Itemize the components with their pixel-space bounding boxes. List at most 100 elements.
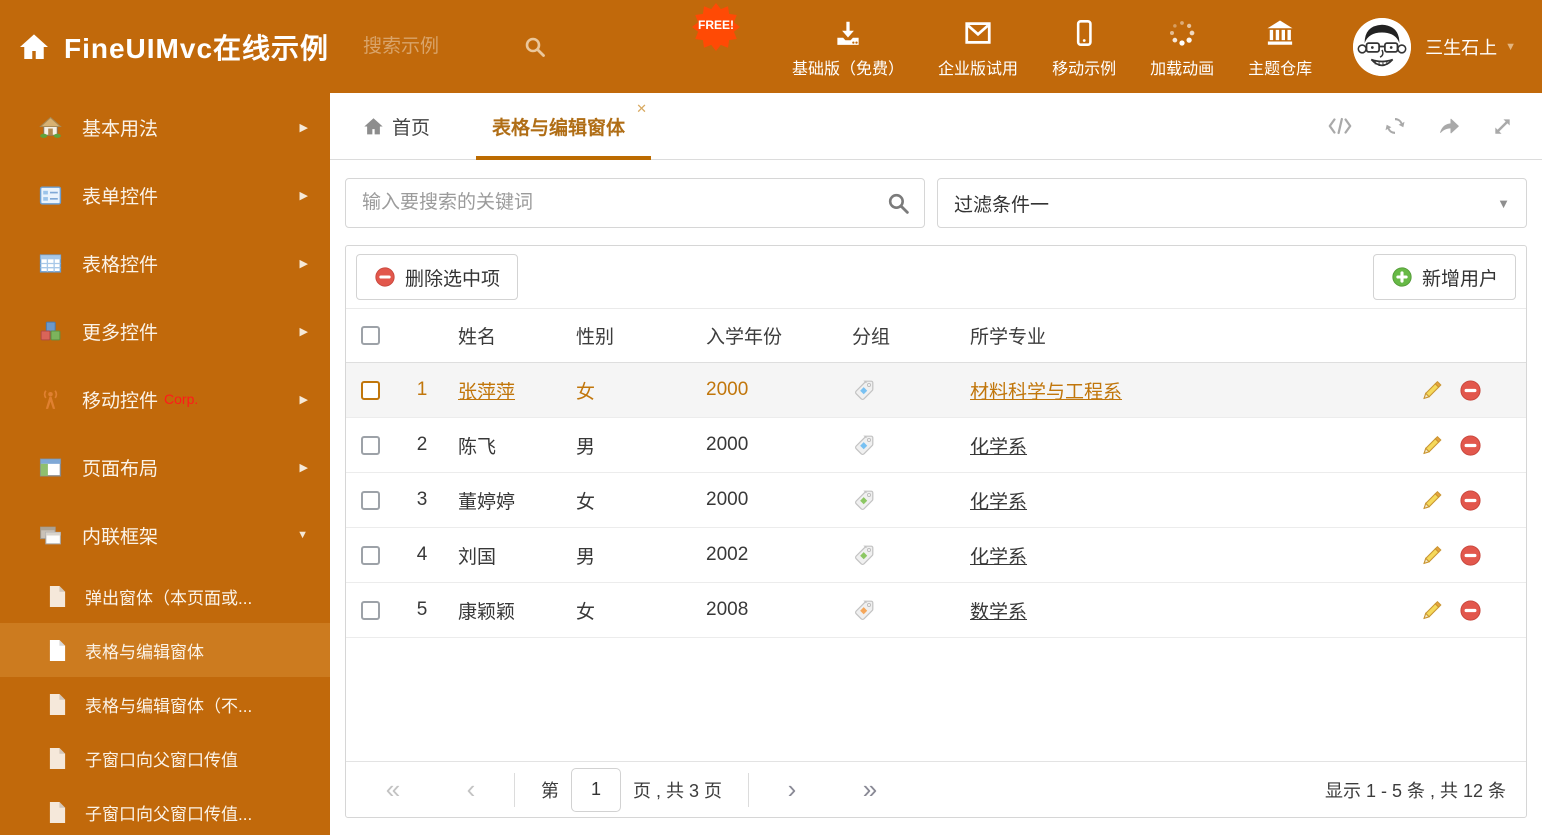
home-icon [38, 115, 64, 140]
home-icon[interactable] [18, 31, 50, 63]
page-number-input[interactable] [571, 767, 621, 812]
row-checkbox[interactable] [360, 490, 380, 510]
row-checkbox[interactable] [360, 600, 380, 620]
major-link[interactable]: 化学系 [970, 547, 1027, 568]
sidebar-subitem-label: 子窗口向父窗口传值... [85, 804, 253, 824]
table-icon [38, 251, 64, 276]
edit-icon[interactable] [1420, 599, 1443, 622]
row-checkbox[interactable] [360, 545, 380, 565]
menu-item-loading-animation[interactable]: 加载动画 [1133, 15, 1231, 79]
table-row[interactable]: 4 刘国 男 2002 化学系 [346, 528, 1526, 583]
cell-gender: 女 [576, 601, 596, 623]
corp-badge: Corp. [164, 391, 199, 407]
header-search [363, 35, 547, 59]
column-header-major: 所学专业 [970, 327, 1047, 348]
sidebar-item-more-controls[interactable]: 更多控件 ▶ [0, 297, 330, 365]
first-page-button[interactable]: « [376, 774, 410, 805]
edit-icon[interactable] [1420, 379, 1443, 402]
app-header: FineUIMvc在线示例 FREE! 基础版（免费） 企业版试用 移动示 [0, 0, 1542, 93]
sidebar-subitem-popup-window[interactable]: 弹出窗体（本页面或... [0, 569, 330, 623]
sidebar-subitem-child-to-parent-alt[interactable]: 子窗口向父窗口传值... [0, 785, 330, 835]
row-checkbox[interactable] [360, 435, 380, 455]
tag-icon [852, 433, 876, 457]
major-link[interactable]: 化学系 [970, 492, 1027, 513]
major-link[interactable]: 材料科学与工程系 [970, 382, 1122, 403]
table-row[interactable]: 3 董婷婷 女 2000 化学系 [346, 473, 1526, 528]
source-code-icon[interactable] [1327, 115, 1353, 137]
tag-icon [852, 378, 876, 402]
sidebar-item-label: 内联框架 [82, 526, 159, 548]
edit-icon[interactable] [1420, 489, 1443, 512]
sidebar-item-iframe[interactable]: 内联框架 ▼ [0, 501, 330, 569]
last-page-button[interactable]: » [853, 774, 887, 805]
sidebar-subitem-grid-edit-window[interactable]: 表格与编辑窗体 [0, 623, 330, 677]
delete-icon[interactable] [1459, 599, 1482, 622]
close-icon[interactable]: ✕ [636, 101, 647, 117]
sidebar-subitem-child-to-parent[interactable]: 子窗口向父窗口传值 [0, 731, 330, 785]
major-link[interactable]: 化学系 [970, 437, 1027, 458]
row-checkbox[interactable] [360, 380, 380, 400]
user-menu[interactable]: 三生石上 ▼ [1425, 34, 1516, 60]
delete-icon[interactable] [1459, 544, 1482, 567]
expand-icon[interactable] [1491, 115, 1514, 138]
share-icon[interactable] [1437, 114, 1461, 138]
edit-icon[interactable] [1420, 434, 1443, 457]
cell-year: 2000 [706, 379, 749, 400]
sidebar-item-page-layout[interactable]: 页面布局 ▶ [0, 433, 330, 501]
tag-icon [852, 598, 876, 622]
cell-gender: 女 [576, 381, 596, 403]
menu-item-label: 移动示例 [1052, 60, 1117, 78]
table-row[interactable]: 5 康颖颖 女 2008 数学系 [346, 583, 1526, 638]
keyword-search [345, 178, 925, 228]
cell-name: 董婷婷 [458, 491, 516, 513]
keyword-search-input[interactable] [345, 178, 925, 228]
header-search-input[interactable] [363, 35, 514, 58]
row-number: 3 [416, 489, 428, 510]
grid-header-row: 姓名 性别 入学年份 分组 所学专业 [346, 309, 1526, 363]
delete-selected-button[interactable]: 删除选中项 [356, 254, 519, 300]
major-link[interactable]: 数学系 [970, 602, 1027, 623]
filter-dropdown[interactable]: 过滤条件一 ▼ [937, 178, 1527, 228]
add-user-button[interactable]: 新增用户 [1372, 254, 1516, 300]
avatar[interactable] [1353, 17, 1412, 76]
menu-item-label: 主题仓库 [1248, 60, 1313, 78]
grid-toolbar: 删除选中项 新增用户 [346, 246, 1526, 309]
cell-year: 2002 [706, 544, 749, 565]
chevron-right-icon: ▶ [299, 189, 308, 202]
plus-circle-icon [1391, 266, 1413, 288]
delete-icon[interactable] [1459, 379, 1482, 402]
cubes-icon [38, 319, 64, 344]
menu-item-enterprise-trial[interactable]: 企业版试用 [921, 15, 1035, 79]
pagination-bar: « ‹ 第 页 , 共 3 页 › » 显示 1 - 5 条 , 共 12 条 [346, 761, 1526, 817]
delete-icon[interactable] [1459, 434, 1482, 457]
edit-icon[interactable] [1420, 544, 1443, 567]
table-row[interactable]: 2 陈飞 男 2000 化学系 [346, 418, 1526, 473]
sidebar-item-basic-usage[interactable]: 基本用法 ▶ [0, 93, 330, 161]
tab-home[interactable]: 首页 [345, 93, 448, 159]
cell-name: 陈飞 [458, 436, 497, 458]
refresh-icon[interactable] [1383, 114, 1407, 138]
app-title[interactable]: FineUIMvc在线示例 [64, 27, 329, 67]
select-all-checkbox[interactable] [360, 326, 380, 345]
file-icon [48, 801, 68, 824]
menu-item-basic-edition[interactable]: 基础版（免费） [775, 15, 921, 79]
sidebar-item-form-controls[interactable]: 表单控件 ▶ [0, 161, 330, 229]
sidebar-subitem-grid-edit-window-alt[interactable]: 表格与编辑窗体（不... [0, 677, 330, 731]
menu-item-theme-repo[interactable]: 主题仓库 [1231, 15, 1329, 79]
sidebar-item-grid-controls[interactable]: 表格控件 ▶ [0, 229, 330, 297]
sidebar-subitem-label: 弹出窗体（本页面或... [85, 588, 253, 608]
sidebar: 基本用法 ▶ 表单控件 ▶ 表格控件 ▶ 更多控件 ▶ 移动控件 Corp. ▶… [0, 93, 330, 835]
menu-item-mobile-demo[interactable]: 移动示例 [1035, 15, 1133, 79]
spinner-icon [1167, 15, 1197, 51]
cell-year: 2000 [706, 434, 749, 455]
grid-panel: 删除选中项 新增用户 姓名 性别 入学年份 分组 所学专业 1 张萍萍 女 20… [345, 245, 1527, 818]
sidebar-item-mobile-controls[interactable]: 移动控件 Corp. ▶ [0, 365, 330, 433]
form-icon [38, 183, 64, 208]
table-row[interactable]: 1 张萍萍 女 2000 材料科学与工程系 [346, 363, 1526, 418]
prev-page-button[interactable]: ‹ [454, 774, 488, 805]
search-icon[interactable] [886, 191, 911, 216]
search-icon[interactable] [523, 35, 547, 59]
delete-icon[interactable] [1459, 489, 1482, 512]
tab-grid-edit-window[interactable]: 表格与编辑窗体 ✕ [476, 93, 652, 160]
next-page-button[interactable]: › [775, 774, 809, 805]
